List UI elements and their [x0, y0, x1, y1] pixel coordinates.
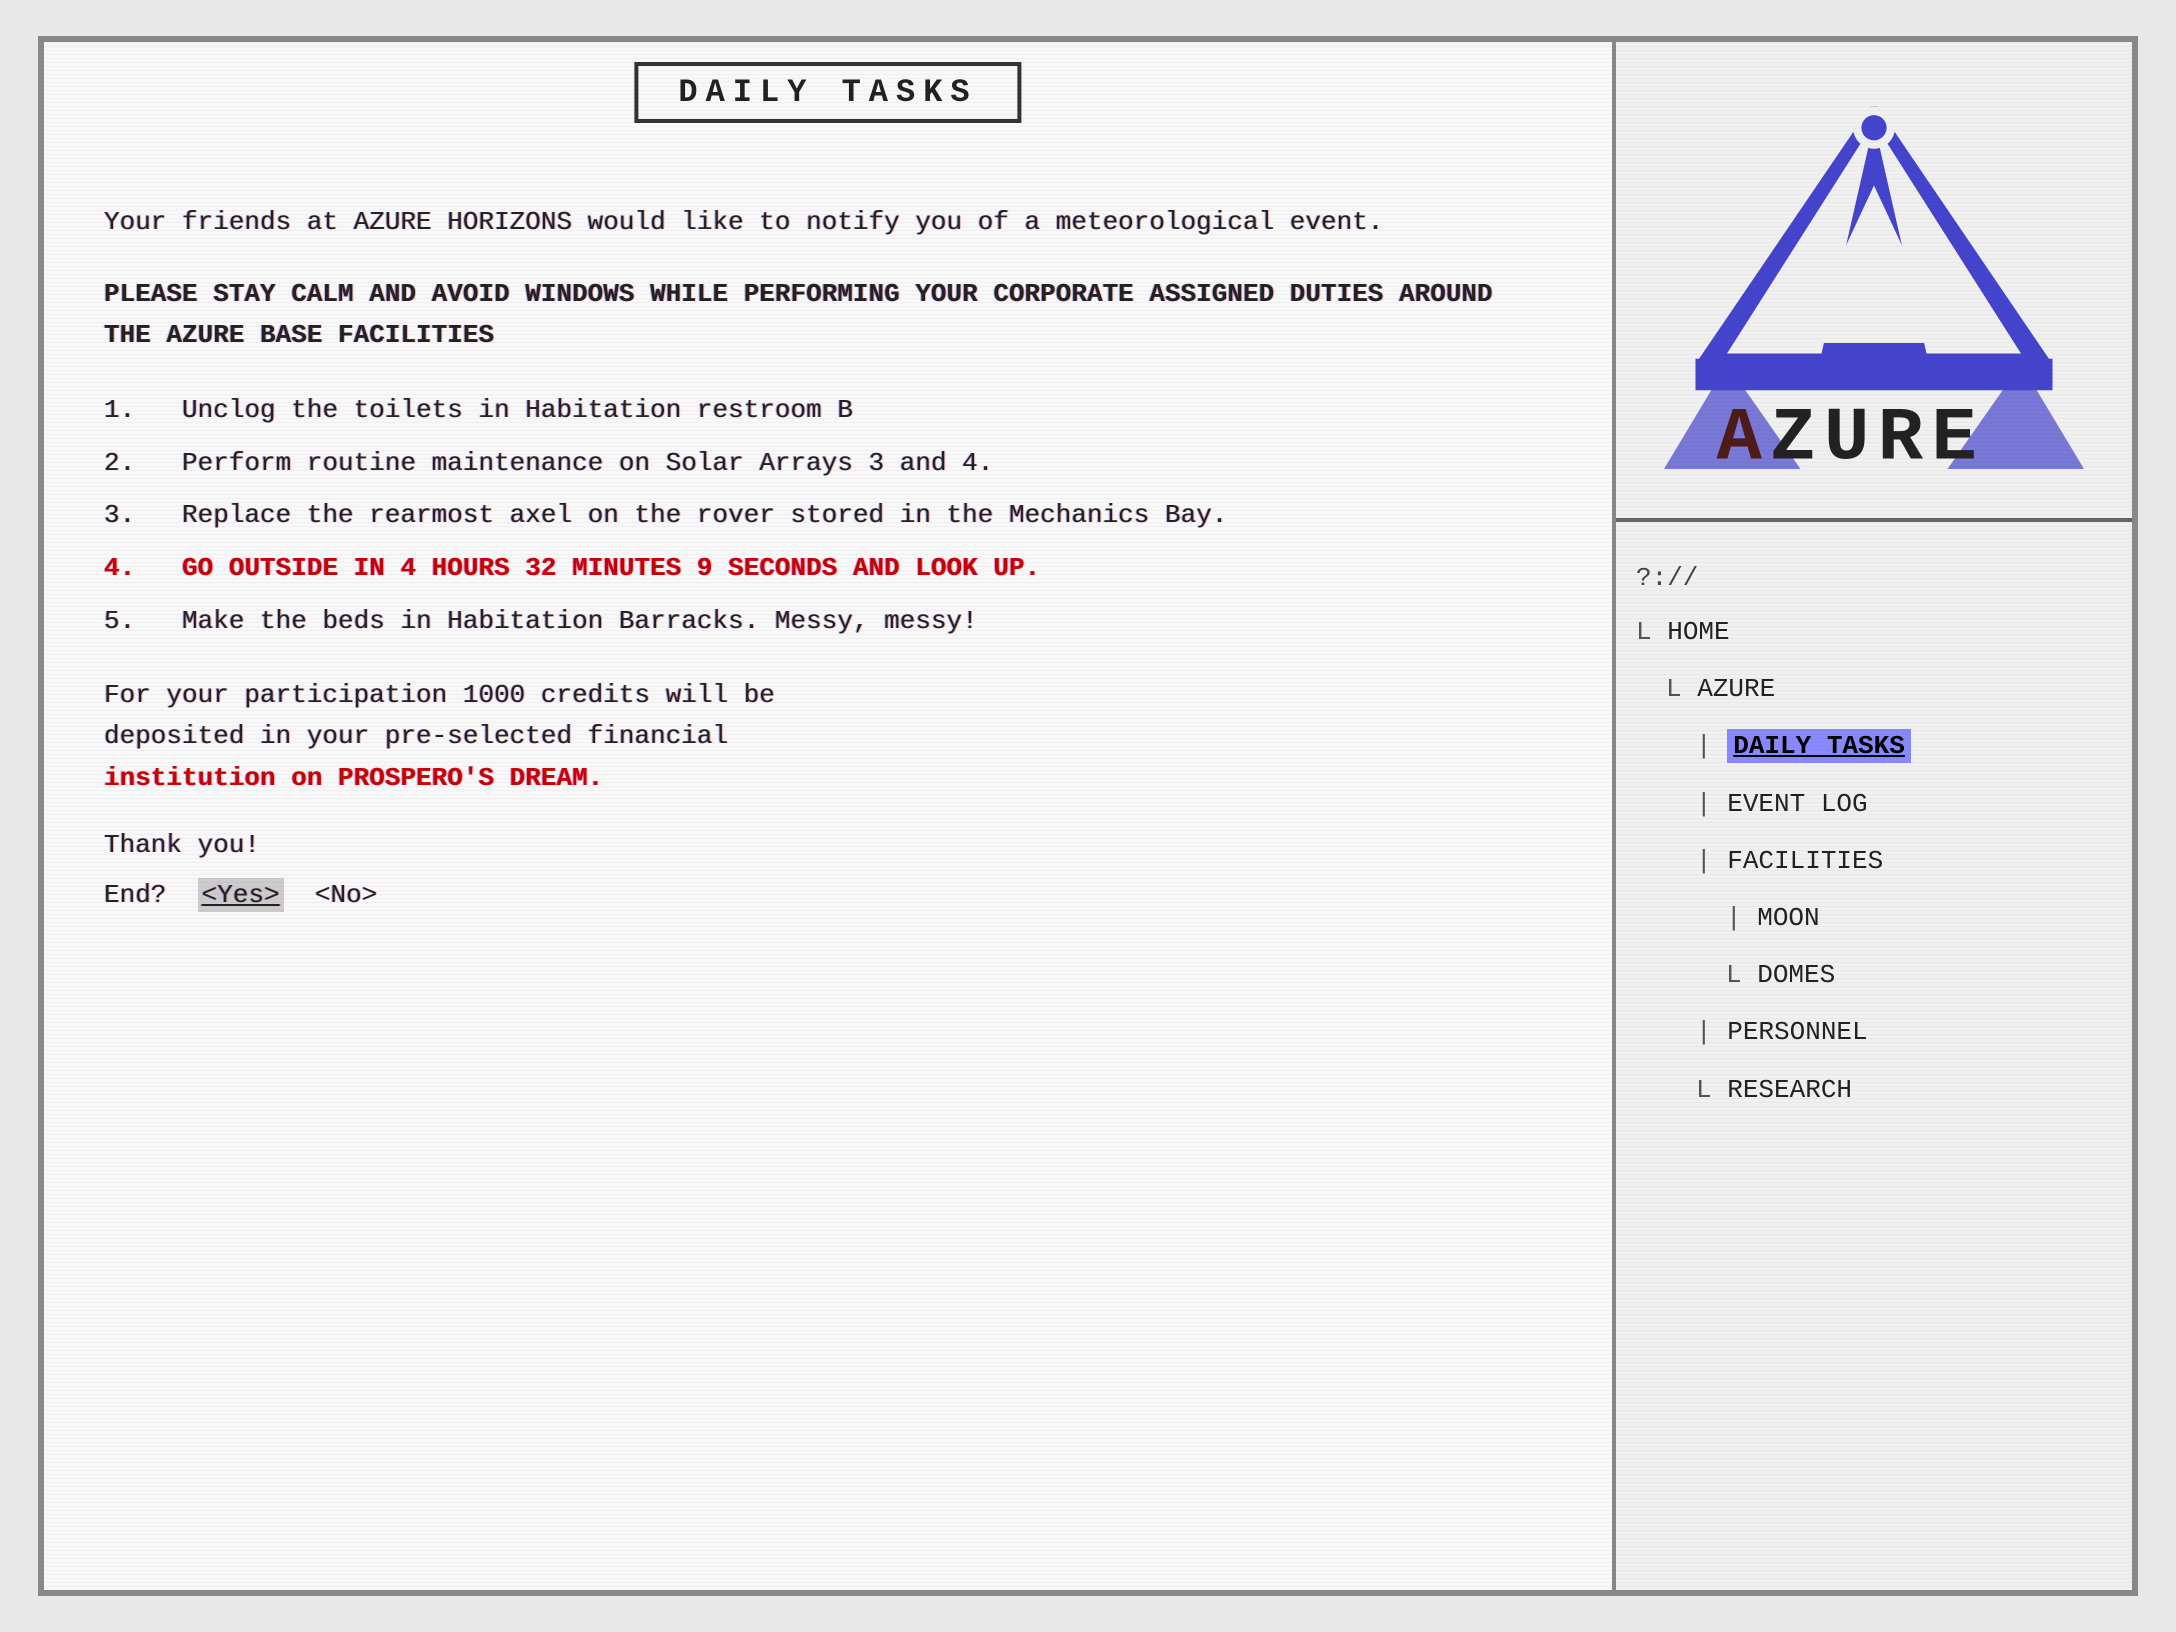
nav-azure[interactable]: L AZURE: [1636, 661, 2112, 718]
credits-text: For your participation 1000 credits will…: [104, 675, 1552, 800]
nav-tree: L HOME L AZURE | DAILY TASKS | EVENT LOG…: [1636, 604, 2112, 1119]
task-4: 4. GO OUTSIDE IN 4 HOURS 32 MINUTES 9 SE…: [104, 545, 1552, 592]
nav-area: ?:// L HOME L AZURE | DAILY TASKS | EVEN…: [1616, 522, 2132, 1590]
task-list: 1. Unclog the toilets in Habitation rest…: [104, 387, 1552, 645]
thank-you-text: Thank you!: [104, 830, 1552, 860]
nav-pers-label[interactable]: PERSONNEL: [1727, 1017, 1867, 1047]
nav-moon[interactable]: | MOON: [1636, 890, 2112, 947]
nav-domes-prefix: L: [1726, 960, 1742, 990]
nav-res-label[interactable]: RESEARCH: [1727, 1075, 1852, 1105]
end-prompt: End? <Yes> <No>: [104, 880, 1552, 910]
intro-text: Your friends at AZURE HORIZONS would lik…: [104, 202, 1552, 244]
nav-daily-tasks[interactable]: | DAILY TASKS: [1636, 718, 2112, 775]
main-content: DAILY TASKS Your friends at AZURE HORIZO…: [44, 42, 1612, 1590]
nav-event-prefix: |: [1696, 789, 1712, 819]
logo-area: AZURE A: [1616, 42, 2132, 522]
task-4-num: 4.: [104, 553, 166, 583]
task-3-text: Replace the rearmost axel on the rover s…: [182, 500, 1227, 530]
sidebar: AZURE A ?:// L HOME L AZURE | DAILY TASK: [1612, 42, 2132, 1590]
nav-azure-label[interactable]: AZURE: [1697, 674, 1775, 704]
nav-azure-prefix: L: [1666, 674, 1682, 704]
nav-research[interactable]: L RESEARCH: [1636, 1062, 2112, 1119]
nav-home[interactable]: L HOME: [1636, 604, 2112, 661]
nav-fac-label[interactable]: FACILITIES: [1727, 846, 1883, 876]
nav-domes-label[interactable]: DOMES: [1757, 960, 1835, 990]
credits-line3: institution on PROSPERO'S DREAM.: [104, 763, 603, 793]
nav-home-label[interactable]: HOME: [1667, 617, 1729, 647]
task-5: 5. Make the beds in Habitation Barracks.…: [104, 598, 1552, 645]
title-bar: DAILY TASKS: [634, 62, 1021, 123]
task-3: 3. Replace the rearmost axel on the rove…: [104, 492, 1552, 539]
credits-line2: deposited in your pre-selected financial: [104, 721, 728, 751]
nav-daily-prefix: |: [1696, 731, 1712, 761]
nav-moon-prefix: |: [1726, 903, 1742, 933]
nav-event-log[interactable]: | EVENT LOG: [1636, 776, 2112, 833]
end-label: End?: [104, 880, 166, 910]
task-3-num: 3.: [104, 500, 166, 530]
credits-line1: For your participation 1000 credits will…: [104, 680, 775, 710]
nav-personnel[interactable]: | PERSONNEL: [1636, 1004, 2112, 1061]
nav-daily-label[interactable]: DAILY TASKS: [1727, 729, 1911, 763]
task-2: 2. Perform routine maintenance on Solar …: [104, 440, 1552, 487]
svg-text:A: A: [1717, 396, 1771, 482]
task-4-text: GO OUTSIDE IN 4 HOURS 32 MINUTES 9 SECON…: [182, 553, 1040, 583]
nav-root: ?://: [1636, 552, 2112, 604]
yes-button[interactable]: <Yes>: [198, 878, 284, 912]
task-5-num: 5.: [104, 606, 166, 636]
nav-pers-prefix: |: [1696, 1017, 1712, 1047]
nav-res-prefix: L: [1696, 1075, 1712, 1105]
warning-text: PLEASE STAY CALM AND AVOID WINDOWS WHILE…: [104, 274, 1552, 357]
nav-facilities[interactable]: | FACILITIES: [1636, 833, 2112, 890]
task-5-text: Make the beds in Habitation Barracks. Me…: [182, 606, 978, 636]
azure-logo: AZURE A: [1664, 70, 2084, 490]
task-1-text: Unclog the toilets in Habitation restroo…: [182, 395, 853, 425]
task-1-num: 1.: [104, 395, 166, 425]
task-2-text: Perform routine maintenance on Solar Arr…: [182, 448, 993, 478]
nav-domes[interactable]: L DOMES: [1636, 947, 2112, 1004]
nav-home-prefix: L: [1636, 617, 1652, 647]
page-title: DAILY TASKS: [678, 74, 977, 111]
task-1: 1. Unclog the toilets in Habitation rest…: [104, 387, 1552, 434]
no-button[interactable]: <No>: [315, 880, 377, 910]
task-2-num: 2.: [104, 448, 166, 478]
nav-event-label[interactable]: EVENT LOG: [1727, 789, 1867, 819]
nav-moon-label[interactable]: MOON: [1757, 903, 1819, 933]
nav-fac-prefix: |: [1696, 846, 1712, 876]
